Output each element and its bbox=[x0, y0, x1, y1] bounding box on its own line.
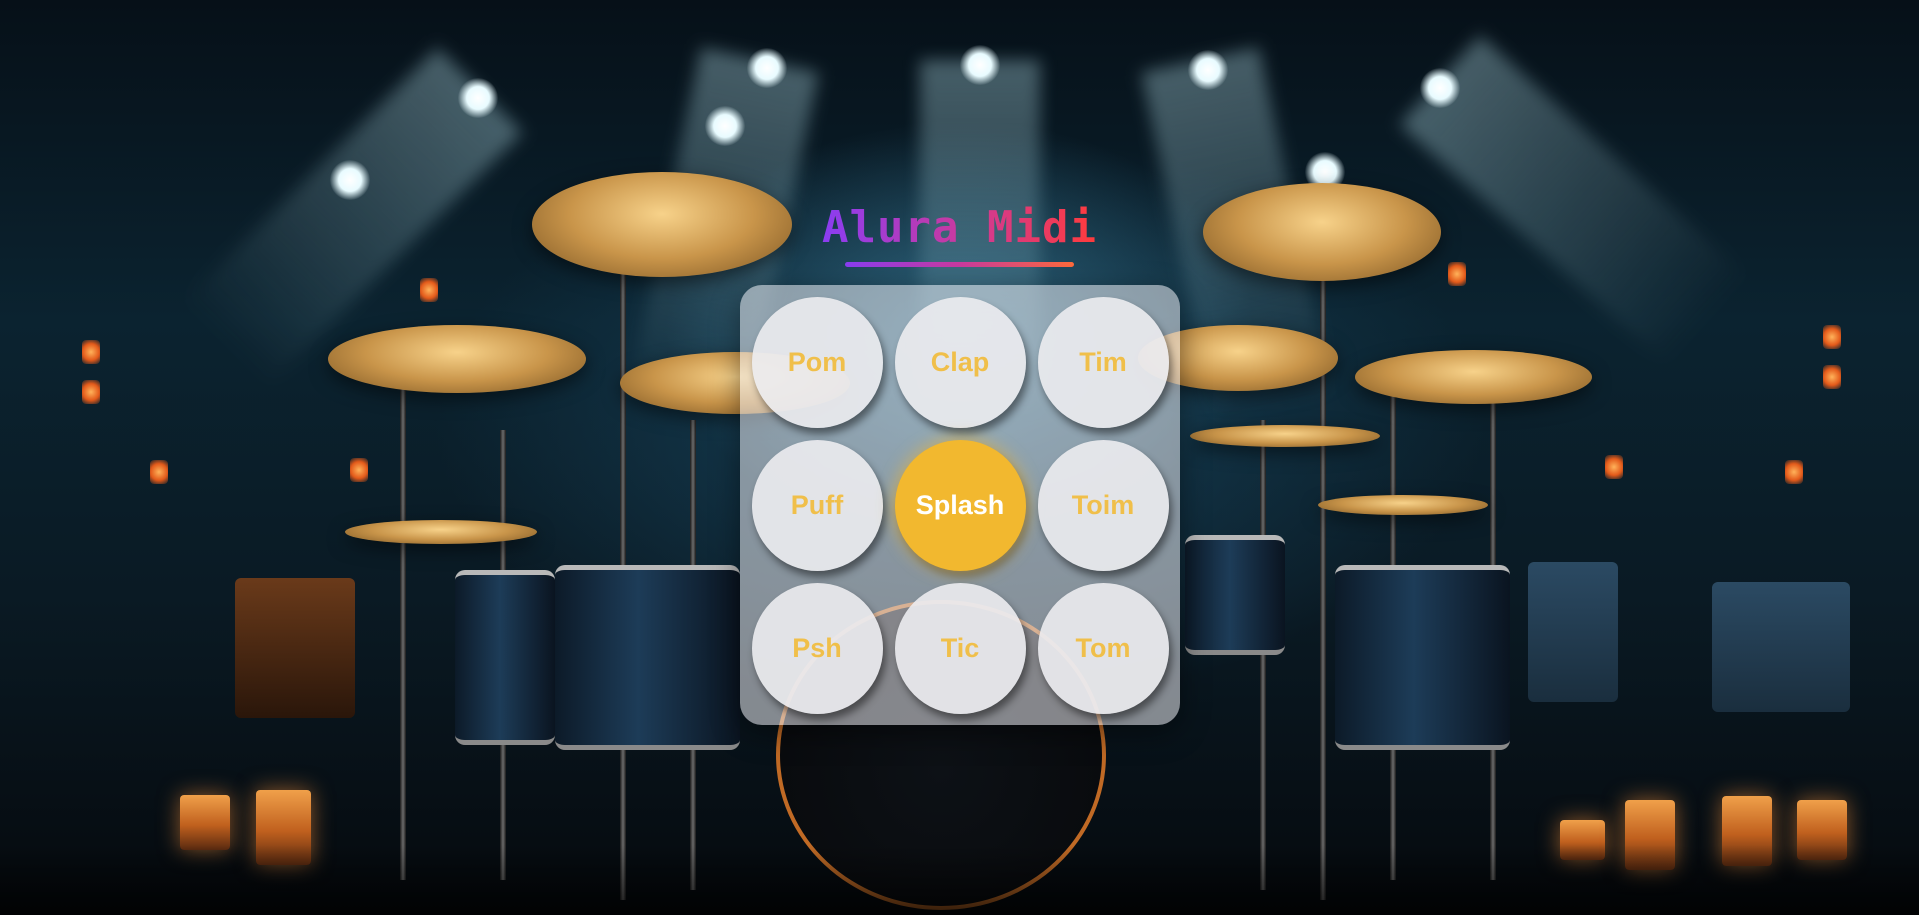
amber-light bbox=[1785, 460, 1803, 484]
cymbal bbox=[1190, 425, 1380, 447]
amber-light bbox=[1448, 262, 1466, 286]
stage-floor bbox=[0, 845, 1919, 915]
title-underline bbox=[845, 262, 1074, 267]
amber-light bbox=[420, 278, 438, 302]
spotlight-icon bbox=[1420, 68, 1460, 108]
chair bbox=[1528, 562, 1618, 702]
pad-toim[interactable]: Toim bbox=[1037, 439, 1169, 571]
cymbal bbox=[345, 520, 537, 544]
pad-splash[interactable]: Splash bbox=[894, 439, 1026, 571]
cymbal bbox=[1318, 495, 1488, 515]
pad-panel: Pom Clap Tim Puff Splash Toim Psh Tic To… bbox=[740, 285, 1180, 725]
floor-tom bbox=[555, 565, 740, 750]
floor-tom bbox=[1335, 565, 1510, 750]
amber-light bbox=[82, 340, 100, 364]
chair bbox=[235, 578, 355, 718]
stage-background: Alura Midi Pom Clap Tim Puff Splash Toim… bbox=[0, 0, 1919, 915]
cymbal bbox=[1355, 350, 1592, 404]
spotlight-icon bbox=[1188, 50, 1228, 90]
pad-tic[interactable]: Tic bbox=[894, 582, 1026, 714]
amber-light bbox=[82, 380, 100, 404]
pad-pom[interactable]: Pom bbox=[751, 296, 883, 428]
cymbal-stand bbox=[1260, 420, 1266, 890]
amber-light bbox=[150, 460, 168, 484]
spotlight-icon bbox=[458, 78, 498, 118]
spotlight-icon bbox=[747, 48, 787, 88]
pad-tim[interactable]: Tim bbox=[1037, 296, 1169, 428]
pad-clap[interactable]: Clap bbox=[894, 296, 1026, 428]
app-title-text: Alura Midi bbox=[822, 202, 1097, 253]
amber-light bbox=[1823, 365, 1841, 389]
amber-light bbox=[1823, 325, 1841, 349]
app-title: Alura Midi bbox=[0, 200, 1919, 256]
cymbal-stand bbox=[620, 210, 626, 900]
pad-psh[interactable]: Psh bbox=[751, 582, 883, 714]
pad-puff[interactable]: Puff bbox=[751, 439, 883, 571]
candle bbox=[180, 795, 230, 850]
cymbal bbox=[328, 325, 586, 393]
spotlight-icon bbox=[960, 45, 1000, 85]
chair bbox=[1712, 582, 1850, 712]
spotlight-icon bbox=[330, 160, 370, 200]
tom-drum bbox=[1185, 535, 1285, 655]
pad-tom[interactable]: Tom bbox=[1037, 582, 1169, 714]
amber-light bbox=[350, 458, 368, 482]
spotlight-icon bbox=[705, 106, 745, 146]
cymbal-stand bbox=[400, 360, 406, 880]
tom-drum bbox=[455, 570, 555, 745]
cymbal-stand bbox=[1320, 210, 1326, 900]
amber-light bbox=[1605, 455, 1623, 479]
